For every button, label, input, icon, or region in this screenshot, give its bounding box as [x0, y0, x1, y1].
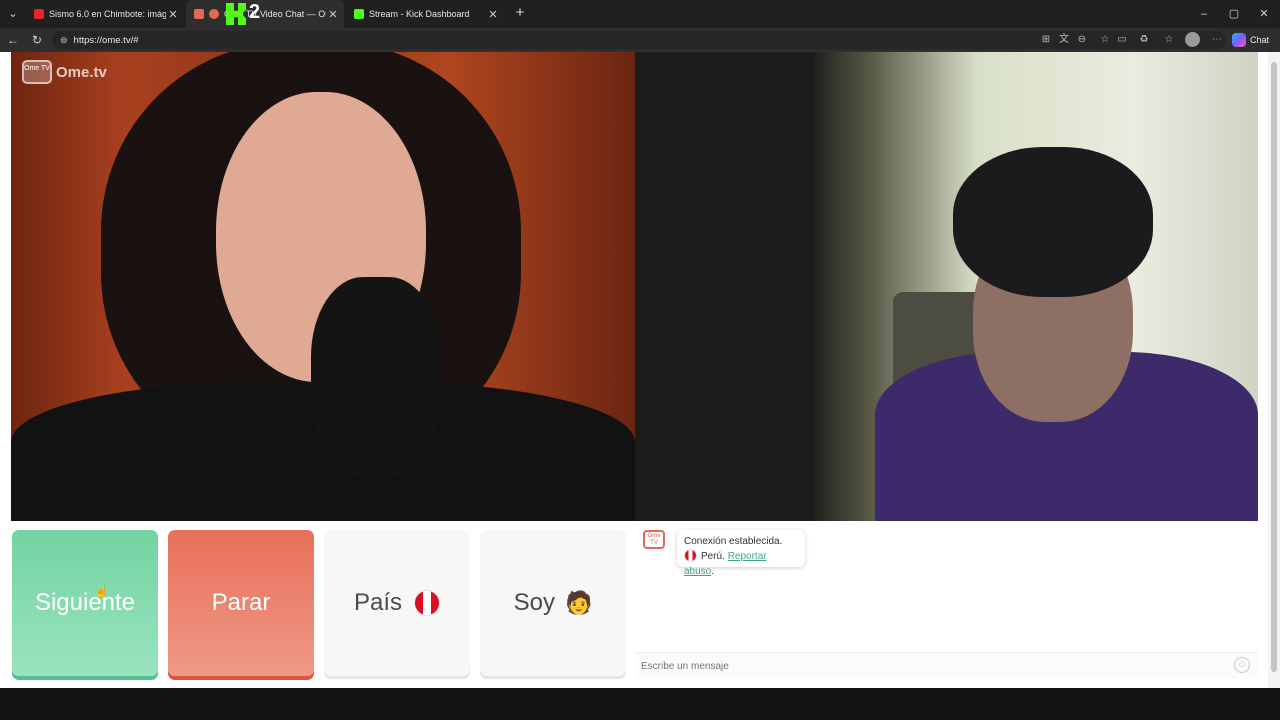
stranger-country: Perú. Reportar abuso.: [684, 549, 798, 579]
overlay-number: 2: [249, 1, 261, 23]
next-button[interactable]: Siguiente: [12, 530, 158, 676]
kick-logo-icon: [226, 3, 246, 25]
message-input[interactable]: [641, 657, 1221, 675]
country-name: Perú.: [701, 551, 725, 562]
translate-icon[interactable]: 文: [1058, 34, 1070, 46]
url-text: https://ome.tv/#: [73, 34, 139, 46]
ometv-logo-text: Ome.tv: [56, 63, 107, 81]
media-icon[interactable]: ▭: [1116, 34, 1128, 46]
connection-status: Conexión establecida.: [684, 536, 783, 547]
country-filter-button[interactable]: País: [324, 530, 470, 676]
tab-title: Stream - Kick Dashboard: [369, 9, 470, 19]
gender-button-label: Soy: [513, 589, 555, 616]
tab-actions-menu-icon[interactable]: ⌄: [4, 5, 22, 23]
reload-icon[interactable]: ↻: [28, 31, 46, 49]
minimize-button[interactable]: –: [1187, 0, 1221, 28]
browser-toolbar: ← ↻ ⊜ https://ome.tv/# ⊞ 文 ⊖ ☆ ▭ ♻ ☆ ⋯: [0, 28, 1280, 52]
favorite-star-icon[interactable]: ☆: [1099, 34, 1111, 46]
browser-tab-bar: ⌄ Sismo 6.0 en Chimbote: imágenes ✕ Ome …: [0, 0, 1280, 28]
video-subject-hand: [311, 277, 441, 477]
kick-icon: [354, 9, 364, 19]
extensions-icon[interactable]: ♻: [1138, 34, 1150, 46]
next-button-label: Siguiente: [34, 589, 136, 616]
message-bar: ☺: [635, 652, 1258, 678]
youtube-icon: [34, 9, 44, 19]
site-info-icon[interactable]: ⊜: [60, 35, 68, 46]
tab-kick-dashboard[interactable]: Stream - Kick Dashboard ✕: [346, 0, 504, 28]
chat-panel: Ome TV Conexión establecida. Perú. Repor…: [635, 521, 1258, 678]
profile-avatar[interactable]: [1185, 32, 1200, 47]
mouse-cursor-icon: ☝: [94, 584, 109, 598]
favorites-icon[interactable]: ☆: [1163, 34, 1175, 46]
more-menu-icon[interactable]: ⋯: [1211, 34, 1223, 46]
system-message: Conexión establecida. Perú. Reportar abu…: [677, 530, 805, 577]
boy-avatar-icon: 🧑: [564, 590, 593, 615]
ometv-tv-icon: Ome TV: [22, 60, 52, 84]
report-suffix: .: [711, 566, 715, 577]
remote-video: [635, 52, 1258, 521]
page-scrollbar[interactable]: [1268, 52, 1280, 688]
apps-icon[interactable]: ⊞: [1040, 34, 1052, 46]
stop-button[interactable]: Parar: [168, 530, 314, 676]
recording-icon: [209, 9, 219, 19]
ometv-chat-icon: Ome TV: [643, 530, 665, 549]
tab-sismo[interactable]: Sismo 6.0 en Chimbote: imágenes ✕: [26, 0, 184, 28]
copilot-label: Chat: [1250, 34, 1270, 45]
scrollbar-thumb[interactable]: [1271, 62, 1277, 672]
close-window-button[interactable]: ✕: [1247, 0, 1280, 28]
emoji-picker-icon[interactable]: ☺: [1234, 657, 1250, 673]
country-button-label: País: [353, 589, 403, 616]
stop-button-label: Parar: [211, 589, 271, 616]
copilot-icon: [1232, 32, 1246, 47]
ometv-favicon-icon: [194, 9, 204, 19]
maximize-button[interactable]: ▢: [1217, 0, 1251, 28]
close-tab-icon[interactable]: ✕: [166, 8, 180, 21]
taskbar-area: [0, 688, 1280, 720]
video-background-door: [635, 52, 815, 521]
close-tab-icon[interactable]: ✕: [486, 8, 500, 21]
back-icon[interactable]: ←: [4, 31, 22, 49]
ometv-logo: Ome TV Ome.tv: [22, 60, 107, 84]
reading-mode-icon[interactable]: ⊖: [1076, 34, 1088, 46]
gender-button[interactable]: Soy 🧑: [480, 530, 626, 676]
close-tab-icon[interactable]: ✕: [326, 8, 340, 21]
new-tab-button[interactable]: +: [511, 4, 529, 22]
copilot-chat-button[interactable]: Chat: [1232, 31, 1269, 48]
kick-stream-overlay: 2: [226, 1, 266, 25]
peru-flag-icon: [414, 590, 441, 616]
video-stranger-hair: [953, 147, 1153, 297]
local-video: [11, 52, 635, 521]
tab-title: Sismo 6.0 en Chimbote: imágenes: [49, 9, 166, 19]
peru-flag-icon: [684, 549, 697, 562]
